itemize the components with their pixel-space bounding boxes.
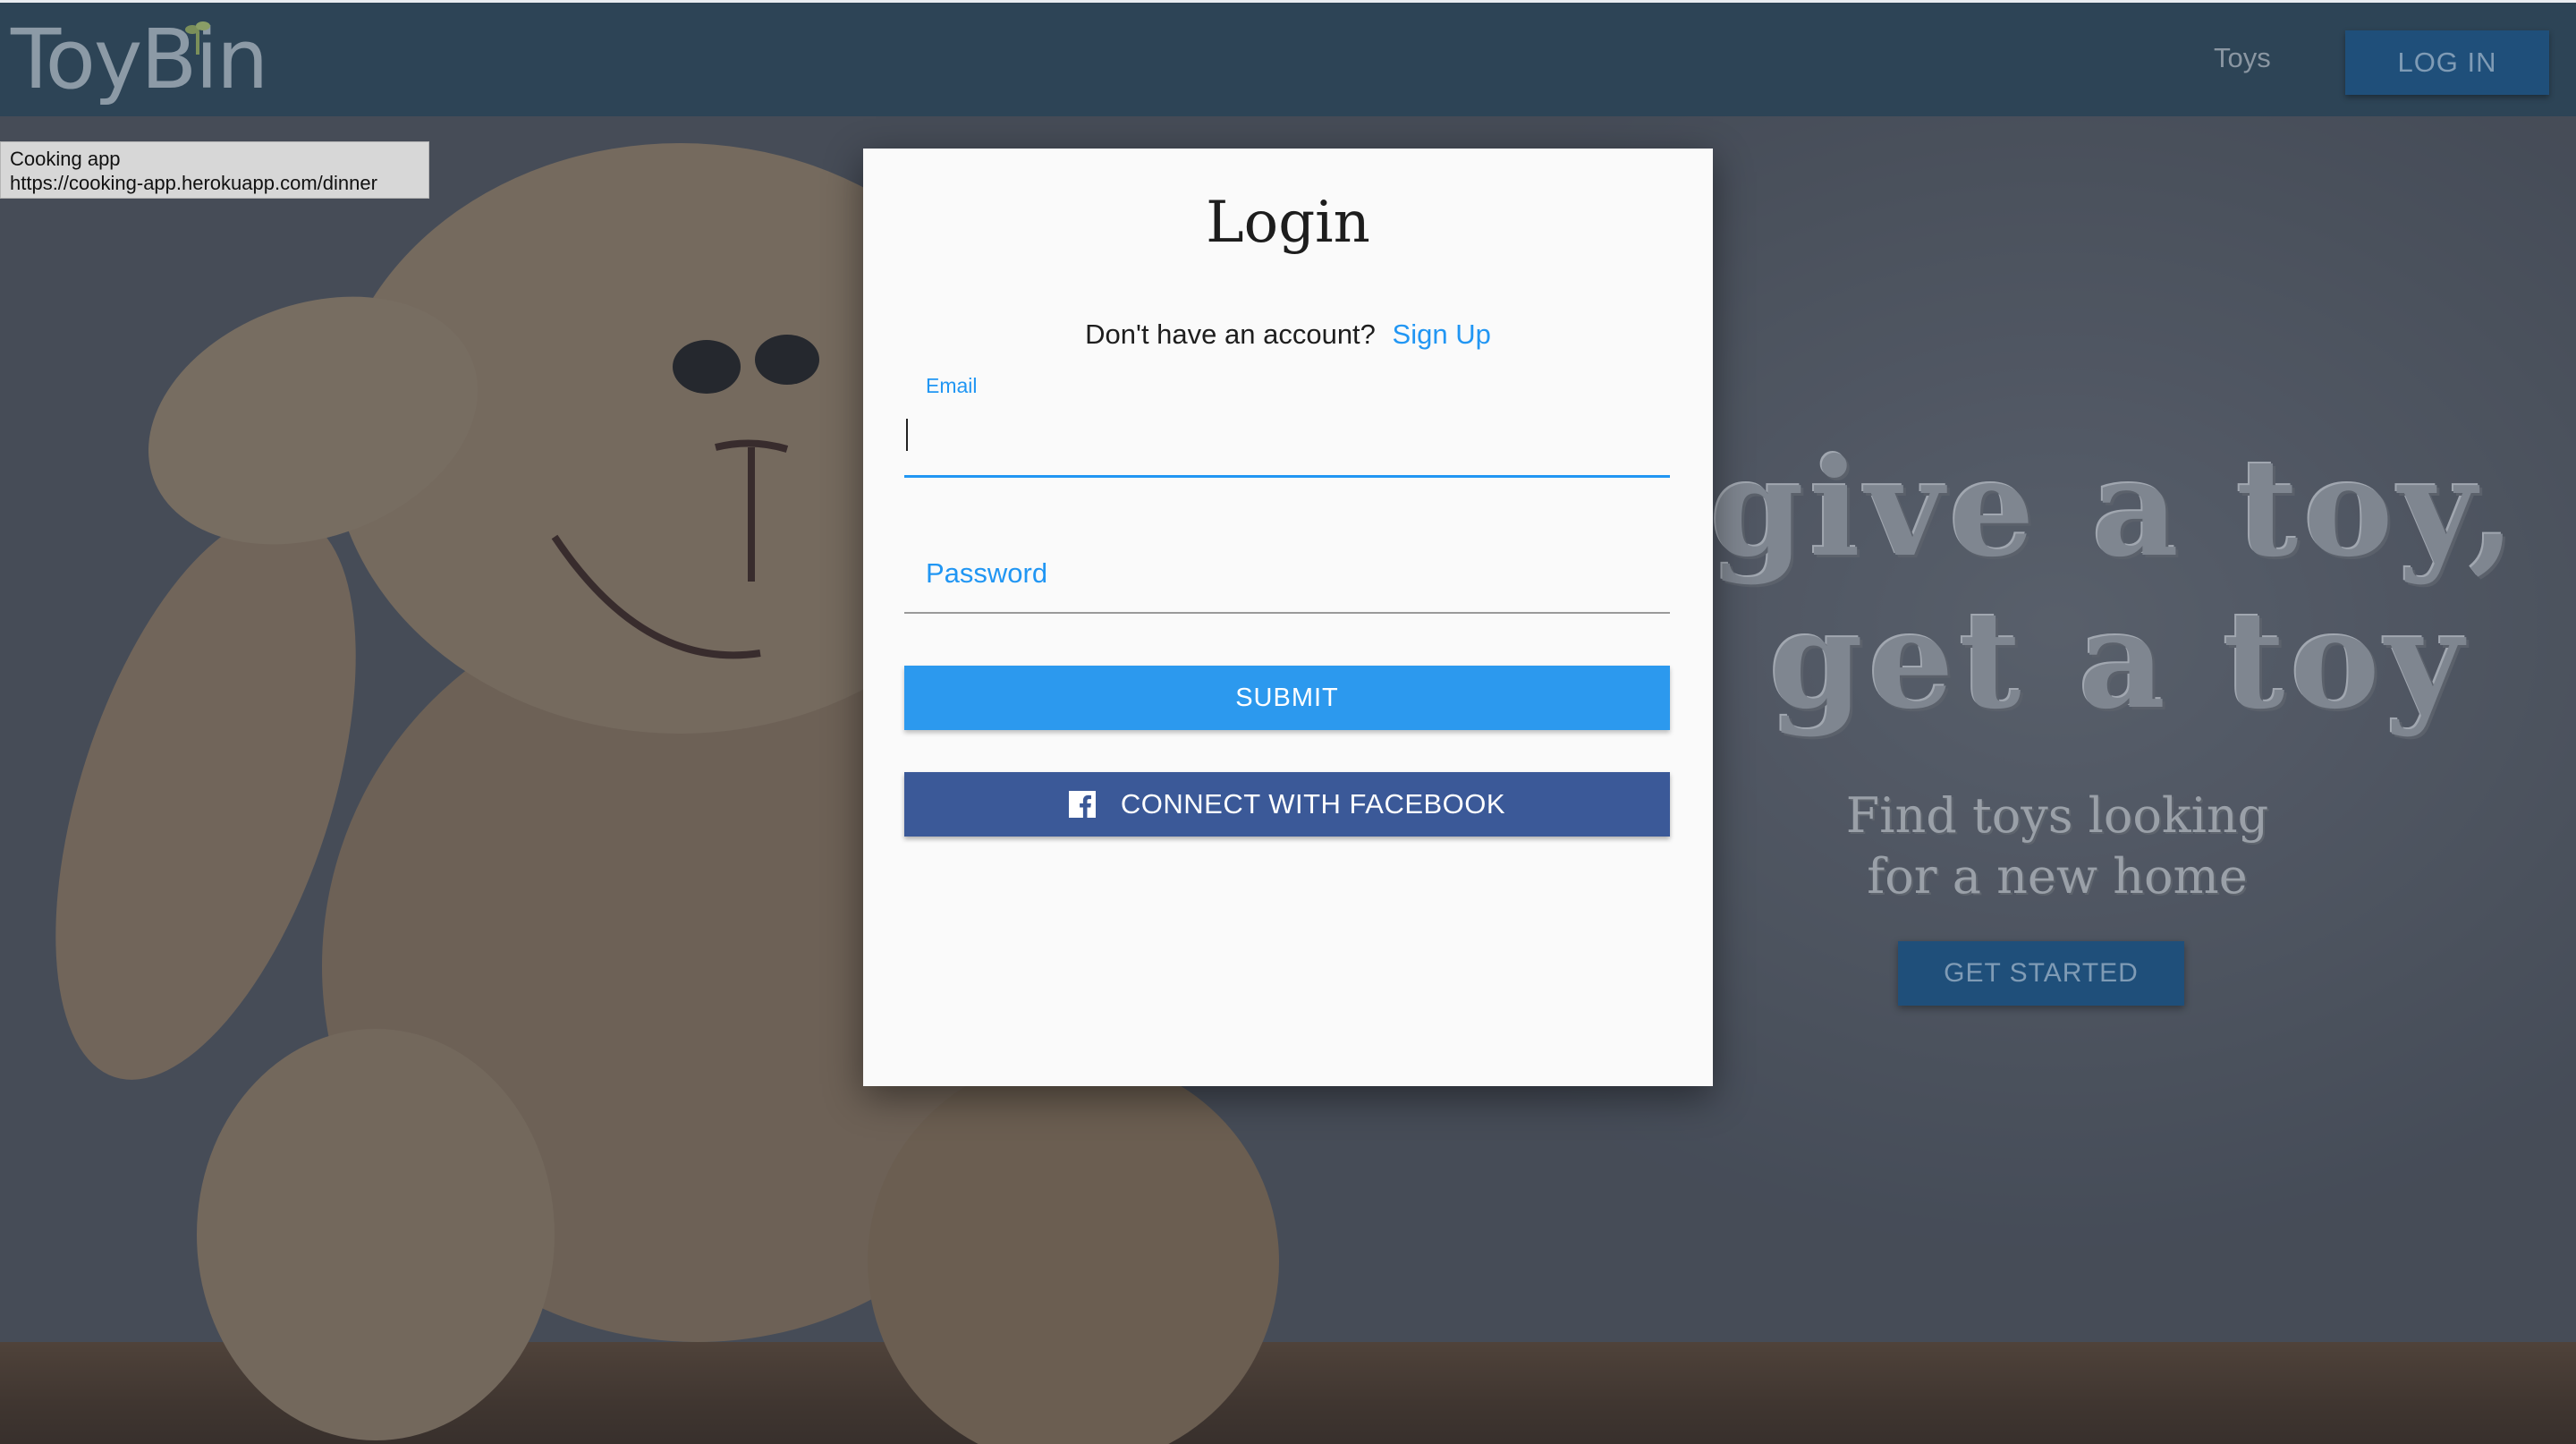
navbar: ToyBin Toys LOG IN <box>0 0 2576 116</box>
tooltip-url: https://cooking-app.herokuapp.com/dinner <box>10 172 377 194</box>
page: give a toy, get a toy Find toys looking … <box>0 0 2576 1444</box>
hero-headline-line2: get a toy <box>1769 582 2469 739</box>
modal-title: Login <box>1206 190 1370 256</box>
signup-prompt: Don't have an account? <box>1085 319 1376 350</box>
submit-button[interactable]: SUBMIT <box>904 666 1670 730</box>
hero-subtitle-line2: for a new home <box>1867 848 2248 905</box>
facebook-icon <box>1068 791 1096 818</box>
email-underline <box>904 475 1670 478</box>
toybin-logo[interactable]: ToyBin <box>11 6 268 114</box>
hero-subtitle-line1: Find toys looking <box>1845 787 2269 844</box>
link-tooltip: Cooking app https://cooking-app.herokuap… <box>0 141 429 199</box>
tooltip-title: Cooking app <box>10 148 121 170</box>
sprout-icon <box>185 21 210 55</box>
signup-row: Don't have an account? Sign Up <box>863 319 1713 351</box>
connect-facebook-button[interactable]: CONNECT WITH FACEBOOK <box>904 772 1670 837</box>
nav-login-button[interactable]: LOG IN <box>2345 30 2549 95</box>
hero-headline-line1: give a toy, <box>1710 429 2521 587</box>
nav-toys-link[interactable]: Toys <box>2214 42 2271 74</box>
login-modal: Login Don't have an account? Sign Up Ema… <box>863 149 1713 1086</box>
email-label: Email <box>926 374 978 397</box>
email-field[interactable] <box>904 408 1670 458</box>
password-field[interactable] <box>904 542 1670 605</box>
password-underline <box>904 612 1670 614</box>
signup-link[interactable]: Sign Up <box>1393 319 1491 350</box>
text-caret <box>906 419 908 451</box>
facebook-button-label: CONNECT WITH FACEBOOK <box>1120 788 1506 820</box>
get-started-button[interactable]: GET STARTED <box>1898 941 2184 1006</box>
